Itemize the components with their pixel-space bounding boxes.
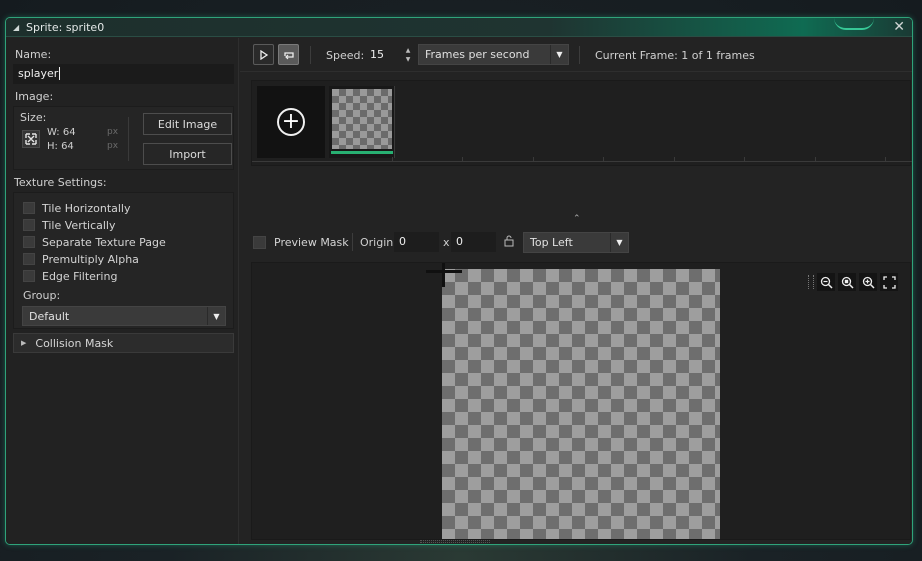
collision-mask-section[interactable]: ▶ Collision Mask <box>13 333 234 353</box>
checkbox-box[interactable] <box>23 236 35 248</box>
group-label: Group: <box>23 289 61 302</box>
sprite-editor-window: ◢ Sprite: sprite0 ✕ Name: splayer Image:… <box>5 17 913 545</box>
timeline-track <box>252 161 912 162</box>
fit-to-screen-icon[interactable] <box>880 273 898 291</box>
checkbox-label: Separate Texture Page <box>42 235 166 249</box>
chevron-down-icon[interactable]: ▼ <box>207 307 225 325</box>
tile-horizontally-checkbox[interactable]: Tile Horizontally <box>23 201 131 215</box>
checkbox-box[interactable] <box>253 235 266 249</box>
origin-label: Origin: <box>360 236 397 249</box>
image-label: Image: <box>15 90 54 103</box>
divider <box>128 117 129 161</box>
timeline-tick <box>392 157 393 162</box>
speed-unit-value: Frames per second <box>425 48 530 61</box>
speed-label: Speed: <box>326 49 365 62</box>
divider <box>352 233 353 251</box>
height-value: H: 64 <box>47 141 74 152</box>
close-icon[interactable]: ✕ <box>893 19 905 35</box>
checkbox-label: Edge Filtering <box>42 269 118 283</box>
expand-arrow-icon[interactable]: ▶ <box>21 339 26 347</box>
frame-thumbnail[interactable] <box>329 86 395 158</box>
current-frame-text: Current Frame: 1 of 1 frames <box>595 49 755 62</box>
name-input[interactable]: splayer <box>13 64 234 84</box>
preview-mask-checkbox[interactable]: Preview Mask <box>253 235 349 249</box>
checkbox-box[interactable] <box>23 202 35 214</box>
width-unit: px <box>107 127 119 137</box>
image-section: Size: W: 64 H: 64 px px Edit Image Impor… <box>13 106 234 170</box>
zoom-reset-icon[interactable] <box>838 273 856 291</box>
origin-toolbar: Preview Mask Origin: 0 x 0 Top Left ▼ <box>251 230 911 254</box>
divider <box>310 46 311 64</box>
checkbox-label: Tile Horizontally <box>42 201 131 215</box>
import-button[interactable]: Import <box>143 143 232 165</box>
checkbox-label: Premultiply Alpha <box>42 252 139 266</box>
edge-filtering-checkbox[interactable]: Edge Filtering <box>23 269 117 283</box>
play-icon[interactable] <box>253 44 274 65</box>
origin-y-input[interactable]: 0 <box>451 232 496 252</box>
checkbox-box[interactable] <box>23 253 35 265</box>
chevron-down-icon[interactable]: ▼ <box>610 233 628 252</box>
timeline-tick <box>815 157 816 162</box>
origin-x-input[interactable]: 0 <box>394 232 439 252</box>
zoom-toolbar <box>808 273 901 291</box>
frames-strip: + <box>251 80 912 166</box>
resize-icon[interactable] <box>22 130 40 148</box>
edit-image-button[interactable]: Edit Image <box>143 113 232 135</box>
texture-settings-section: Tile Horizontally Tile Vertically Separa… <box>13 192 234 329</box>
texture-settings-label: Texture Settings: <box>14 176 107 189</box>
checkbox-box[interactable] <box>23 219 35 231</box>
name-label: Name: <box>15 48 52 61</box>
name-value: splayer <box>18 67 59 80</box>
checkbox-label: Tile Vertically <box>42 218 116 232</box>
speed-stepper[interactable]: ▲ ▼ <box>403 46 413 64</box>
zoom-out-icon[interactable] <box>817 273 835 291</box>
origin-preset-dropdown[interactable]: Top Left ▼ <box>523 232 629 253</box>
playback-toolbar: Speed: 15 ▲ ▼ Frames per second ▼ Current… <box>240 38 912 72</box>
resize-grip[interactable] <box>420 540 490 543</box>
speed-unit-dropdown[interactable]: Frames per second ▼ <box>418 44 569 65</box>
speed-input[interactable]: 15 <box>367 46 399 64</box>
group-value: Default <box>29 310 70 323</box>
timeline-tick <box>744 157 745 162</box>
timeline-tick <box>603 157 604 162</box>
grip-handle[interactable] <box>808 275 814 289</box>
window-title: Sprite: sprite0 <box>26 21 105 34</box>
timeline-tick <box>674 157 675 162</box>
premultiply-alpha-checkbox[interactable]: Premultiply Alpha <box>23 252 139 266</box>
timeline-tick <box>885 157 886 162</box>
title-bar[interactable]: ◢ Sprite: sprite0 ✕ <box>6 18 912 37</box>
frame-selected-indicator <box>331 151 393 154</box>
title-notch-decoration <box>834 18 874 30</box>
timeline-tick <box>462 157 463 162</box>
size-label: Size: <box>20 111 47 124</box>
loop-icon[interactable] <box>278 44 299 65</box>
checkbox-box[interactable] <box>23 270 35 282</box>
chevron-down-icon[interactable]: ▼ <box>550 45 568 64</box>
lock-icon[interactable] <box>504 235 514 247</box>
sprite-preview <box>442 269 720 539</box>
separate-texture-page-checkbox[interactable]: Separate Texture Page <box>23 235 166 249</box>
collapse-triangle-icon[interactable]: ◢ <box>13 23 19 32</box>
origin-crosshair-icon <box>442 263 445 287</box>
properties-panel: Name: splayer Image: Size: W: 64 H: 64 p… <box>6 38 239 544</box>
timeline-tick <box>533 157 534 162</box>
frame-preview <box>332 89 392 149</box>
origin-separator: x <box>443 236 450 249</box>
collapse-frames-icon[interactable]: ⌃ <box>573 214 581 224</box>
origin-preset-value: Top Left <box>530 236 573 249</box>
plus-icon: + <box>277 108 305 136</box>
preview-mask-label: Preview Mask <box>274 235 349 249</box>
height-unit: px <box>107 141 119 151</box>
sprite-view-panel: Speed: 15 ▲ ▼ Frames per second ▼ Current… <box>240 38 912 544</box>
sprite-canvas[interactable] <box>251 262 911 540</box>
collision-mask-label: Collision Mask <box>35 336 114 350</box>
tile-vertically-checkbox[interactable]: Tile Vertically <box>23 218 116 232</box>
add-frame-button[interactable]: + <box>257 86 325 158</box>
width-value: W: 64 <box>47 127 76 138</box>
divider <box>579 46 580 64</box>
group-dropdown[interactable]: Default ▼ <box>22 306 226 326</box>
zoom-in-icon[interactable] <box>859 273 877 291</box>
